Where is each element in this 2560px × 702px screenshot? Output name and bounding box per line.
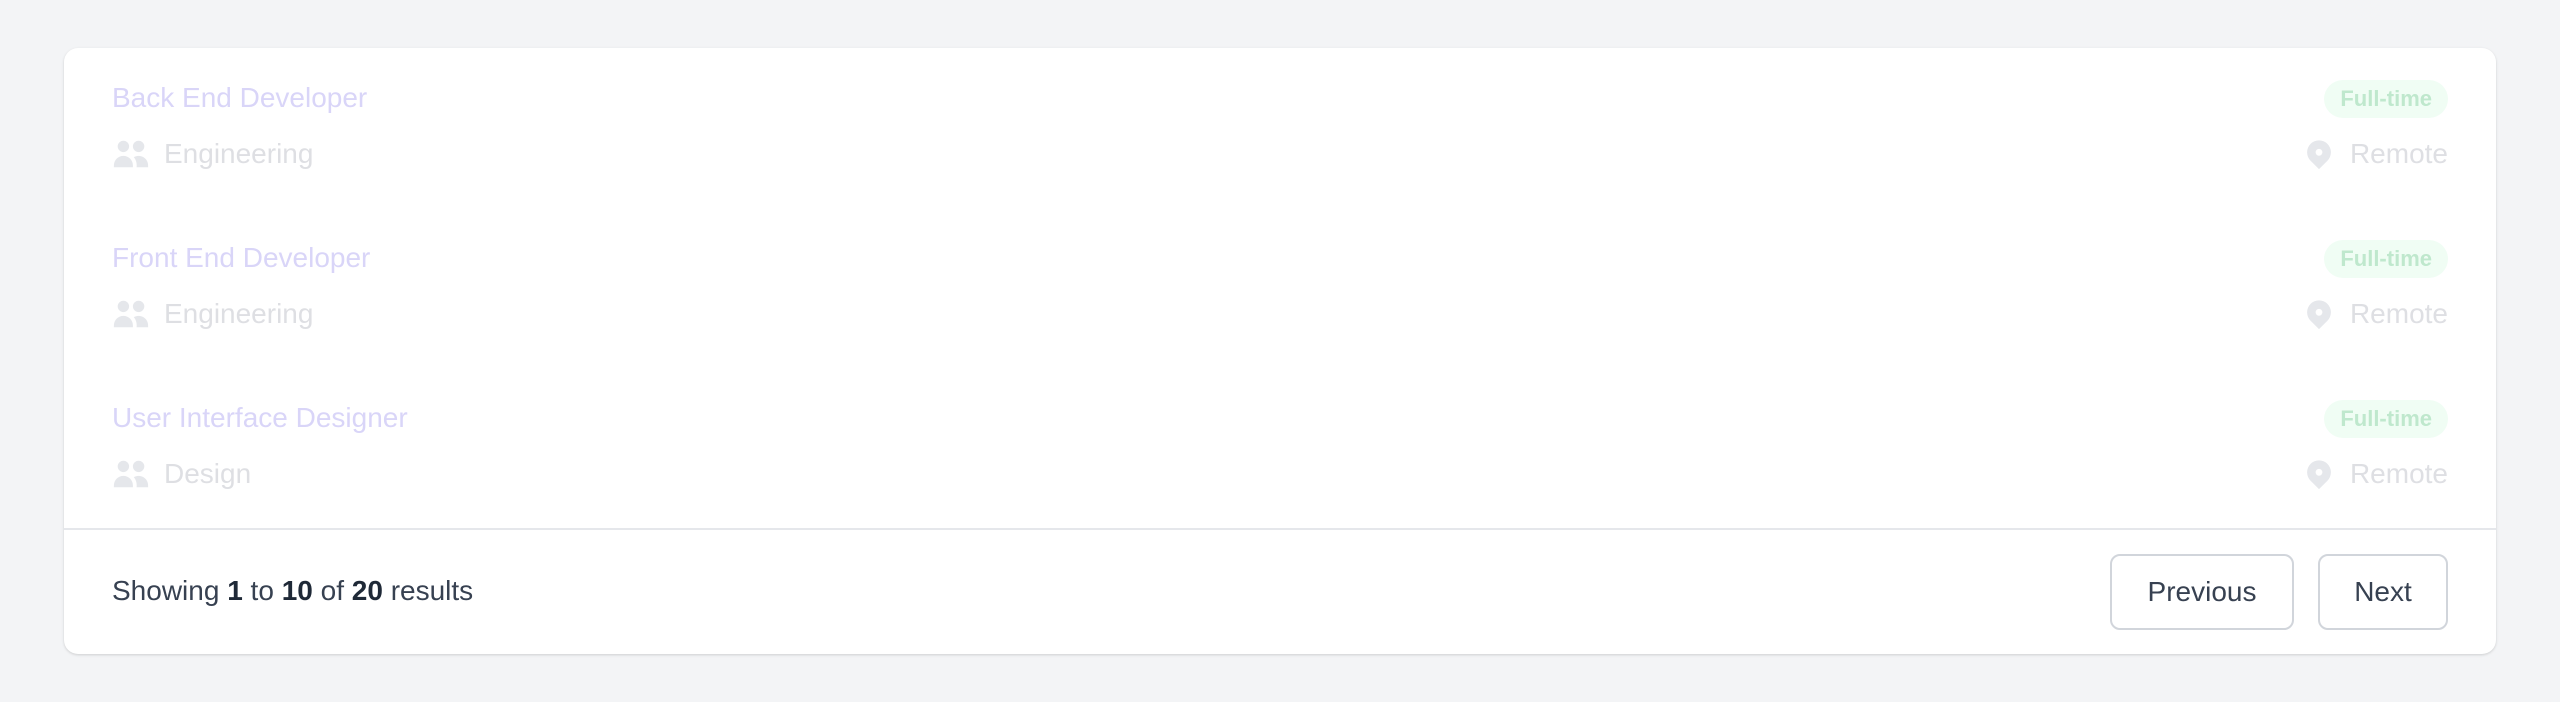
users-icon [112, 295, 150, 333]
job-row[interactable]: Front End Developer Full-time Engineerin… [112, 238, 2448, 348]
department-info: Engineering [112, 294, 313, 334]
department-info: Design [112, 454, 251, 494]
location-pin-icon [2302, 455, 2336, 493]
employment-type-badge: Full-time [2324, 400, 2448, 438]
location-info: Remote [2302, 294, 2448, 334]
department-info: Engineering [112, 134, 313, 174]
users-icon [112, 455, 150, 493]
location-info: Remote [2302, 134, 2448, 174]
previous-button[interactable]: Previous [2110, 554, 2294, 630]
employment-type-badge: Full-time [2324, 80, 2448, 118]
job-title[interactable]: User Interface Designer [112, 398, 408, 438]
users-icon [112, 135, 150, 173]
results-summary: Showing 1 to 10 of 20 results [112, 570, 473, 612]
location-pin-icon [2302, 295, 2336, 333]
location-label: Remote [2349, 138, 2448, 169]
job-row[interactable]: User Interface Designer Full-time Design… [112, 398, 2448, 508]
summary-to-word: to [250, 575, 274, 606]
job-row[interactable]: Back End Developer Full-time Engineering… [112, 78, 2448, 188]
location-pin-icon [2302, 135, 2336, 173]
pagination-footer: Showing 1 to 10 of 20 results Previous N… [64, 530, 2496, 654]
employment-type-badge: Full-time [2324, 240, 2448, 278]
job-title[interactable]: Back End Developer [112, 78, 367, 118]
location-info: Remote [2302, 454, 2448, 494]
summary-of-word: of [320, 575, 344, 606]
summary-prefix: Showing [112, 575, 220, 606]
job-title[interactable]: Front End Developer [112, 238, 370, 278]
location-label: Remote [2349, 298, 2448, 329]
department-label: Engineering [164, 138, 314, 169]
department-label: Engineering [164, 298, 314, 329]
job-listings-card: Back End Developer Full-time Engineering… [64, 48, 2496, 654]
summary-to: 10 [281, 575, 313, 606]
summary-from: 1 [227, 575, 243, 606]
summary-suffix: results [390, 575, 474, 606]
next-button[interactable]: Next [2318, 554, 2448, 630]
location-label: Remote [2349, 458, 2448, 489]
job-list: Back End Developer Full-time Engineering… [64, 48, 2496, 528]
department-label: Design [164, 458, 252, 489]
summary-total: 20 [351, 575, 383, 606]
